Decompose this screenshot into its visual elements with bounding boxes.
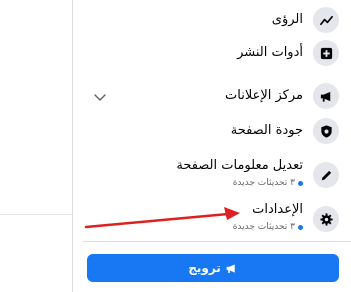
menu-item-label: تعديل معلومات الصفحة (176, 158, 303, 173)
menu-item-settings[interactable]: الإعدادات ٣ تحديثات جديدة (73, 202, 351, 236)
pencil-icon (313, 162, 339, 188)
promote-button[interactable]: ترويج (87, 254, 339, 282)
page-management-menu: الرؤى أدوات النشر مركز الإعلانات جودة ال… (73, 0, 351, 292)
menu-item-label: الرؤى (271, 12, 303, 27)
updates-badge: ٣ تحديثات جديدة (233, 222, 303, 232)
menu-item-label: أدوات النشر (237, 45, 303, 60)
updates-badge: ٣ تحديثات جديدة (233, 178, 303, 188)
menu-item-ad-center[interactable]: مركز الإعلانات (73, 83, 351, 109)
promote-button-label: ترويج (188, 261, 221, 275)
menu-item-label: الإعدادات (252, 202, 303, 217)
menu-item-publishing-tools[interactable]: أدوات النشر (73, 40, 351, 66)
menu-item-edit-page-info[interactable]: تعديل معلومات الصفحة ٣ تحديثات جديدة (73, 158, 351, 192)
unread-dot (298, 180, 303, 186)
unread-dot (298, 224, 303, 230)
left-pane (0, 0, 72, 292)
updates-count-text: ٣ تحديثات جديدة (232, 222, 295, 232)
chevron-down-icon[interactable] (93, 89, 107, 103)
gear-icon (313, 206, 339, 232)
left-pane-divider (0, 214, 72, 215)
shield-icon (313, 118, 339, 144)
menu-divider (83, 241, 351, 242)
menu-item-label: جودة الصفحة (230, 123, 303, 138)
menu-item-label: مركز الإعلانات (225, 88, 303, 103)
megaphone-icon (226, 263, 235, 273)
insights-icon (313, 7, 339, 33)
menu-item-insights[interactable]: الرؤى (73, 7, 351, 33)
publishing-tools-icon (313, 40, 339, 66)
updates-count-text: ٣ تحديثات جديدة (232, 178, 295, 188)
menu-item-page-quality[interactable]: جودة الصفحة (73, 118, 351, 144)
megaphone-icon (313, 83, 339, 109)
